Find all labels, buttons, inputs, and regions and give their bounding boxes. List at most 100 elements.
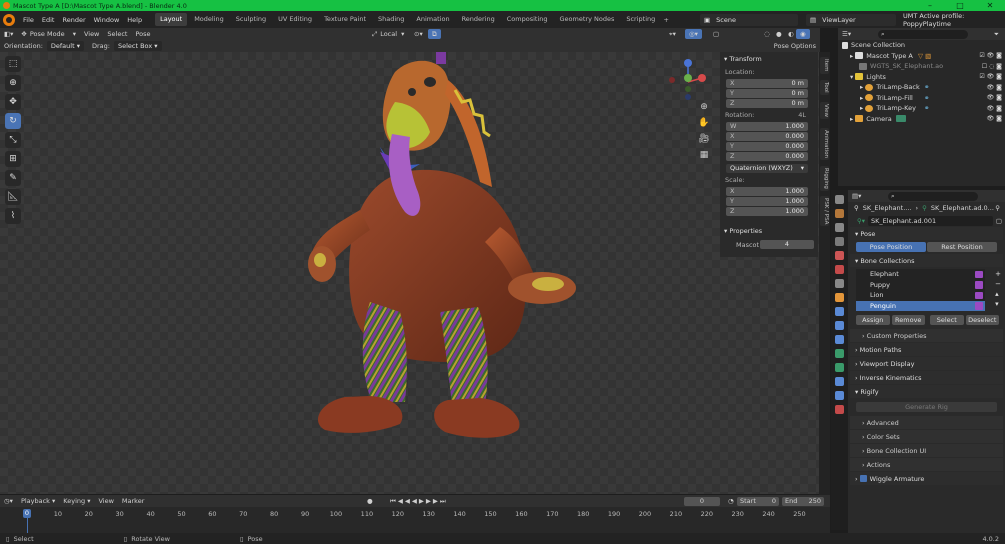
outliner-item[interactable]: ▸ Camera 👁︎ ◙: [838, 114, 1005, 125]
outliner-item[interactable]: ▸ TriLamp-Back ⚭ 👁︎ ◙: [838, 82, 1005, 93]
drag-dropdown[interactable]: Select Box ▾: [113, 41, 162, 51]
scale-z-field[interactable]: Z 1.000: [726, 207, 808, 216]
cursor-icon[interactable]: ⊕: [5, 75, 21, 91]
tab-view[interactable]: View: [820, 102, 829, 120]
rotation-y-field[interactable]: Y 0.000: [726, 142, 808, 151]
select-box-icon[interactable]: ⬚: [5, 56, 21, 72]
rest-position-button[interactable]: Rest Position: [927, 242, 997, 252]
move-up-icon[interactable]: ▴: [995, 289, 1001, 299]
overlay-icon[interactable]: ◎▾: [685, 29, 702, 39]
view-layer-tab-icon[interactable]: [835, 237, 844, 246]
location-y-field[interactable]: Y 0 m: [726, 89, 808, 98]
menu-window[interactable]: Window: [90, 16, 124, 24]
outliner-item[interactable]: ▸ TriLamp-Key ⚭ 👁︎ ◙: [838, 103, 1005, 114]
close-icon[interactable]: ✕: [975, 0, 1005, 11]
eye-icon[interactable]: [975, 291, 983, 299]
properties-editor-icon[interactable]: ▤▾: [852, 192, 861, 200]
menu-keying[interactable]: Keying ▾: [59, 496, 94, 506]
list-item[interactable]: Puppy: [856, 280, 985, 291]
bone-collection-ui-header[interactable]: › Bone Collection UI: [850, 444, 1003, 457]
physics-tab-icon[interactable]: [835, 321, 844, 330]
scale-y-field[interactable]: Y 1.000: [726, 197, 808, 206]
checkbox-icon[interactable]: [859, 475, 867, 482]
motion-paths-header[interactable]: › Motion Paths: [850, 343, 1003, 356]
editor-type-icon[interactable]: ◧▾: [0, 29, 17, 39]
tab-modeling[interactable]: Modeling: [189, 13, 229, 26]
scene-selector[interactable]: ▣ Scene: [700, 13, 798, 26]
playhead-marker[interactable]: 0: [23, 509, 31, 518]
start-frame-field[interactable]: Start 0: [737, 496, 779, 506]
constraints-tab-icon[interactable]: [835, 335, 844, 344]
color-sets-header[interactable]: › Color Sets: [850, 430, 1003, 443]
minimize-icon[interactable]: –: [915, 0, 945, 11]
transform-orientation-dropdown[interactable]: ⤢ Local ▾: [368, 29, 408, 39]
shading-rendered-icon[interactable]: ◉: [796, 29, 810, 39]
relax-icon[interactable]: ⌇: [5, 208, 21, 224]
armature-name-field[interactable]: SK_Elephant.ad.001: [868, 215, 993, 226]
tool-tab-icon[interactable]: [835, 195, 844, 204]
properties-header[interactable]: ▾ Properties: [720, 224, 818, 238]
timeline-editor-icon[interactable]: ◷▾: [0, 496, 17, 506]
texture-tab-icon[interactable]: [835, 391, 844, 400]
xray-icon[interactable]: ▢: [709, 29, 723, 39]
tab-psk-psa[interactable]: PSK / PSA: [820, 196, 829, 227]
scale-icon[interactable]: ⤡: [5, 132, 21, 148]
eye-icon[interactable]: [975, 270, 983, 278]
tab-animation-side[interactable]: Animation: [820, 128, 829, 161]
tab-texture-paint[interactable]: Texture Paint: [319, 13, 371, 26]
record-icon[interactable]: ●: [367, 497, 373, 505]
tab-tool[interactable]: Tool: [820, 80, 829, 95]
render-tab-icon[interactable]: [835, 209, 844, 218]
visibility-icons[interactable]: 👁︎ ◙: [987, 115, 1002, 122]
wiggle-armature-header[interactable]: › Wiggle Armature: [850, 472, 1003, 485]
playback-controls[interactable]: ⏮◀◀◀▶▶▶⏭: [390, 497, 448, 506]
rotate-icon[interactable]: ↻: [5, 113, 21, 129]
maximize-icon[interactable]: □: [945, 0, 975, 11]
visibility-icons[interactable]: ☐ ◌ ◙: [982, 63, 1002, 70]
outliner-editor-icon[interactable]: ☰▾: [842, 30, 851, 38]
deselect-button[interactable]: Deselect: [965, 315, 999, 325]
mode-selector[interactable]: ✥ Pose Mode ▾: [17, 29, 80, 39]
remove-button[interactable]: Remove: [891, 315, 925, 325]
properties-search-input[interactable]: ⌕: [888, 191, 978, 201]
gizmo-toggle-icon[interactable]: ⌖▾: [665, 29, 680, 39]
remove-icon[interactable]: −: [995, 279, 1001, 289]
custom-properties-header[interactable]: › Custom Properties: [850, 329, 1003, 342]
bone-collections-list[interactable]: Elephant Puppy Lion Penguin: [856, 269, 985, 311]
annotate-icon[interactable]: ✎: [5, 170, 21, 186]
tab-geometry-nodes[interactable]: Geometry Nodes: [555, 13, 620, 26]
end-frame-field[interactable]: End 250: [782, 496, 824, 506]
assign-button[interactable]: Assign: [856, 315, 890, 325]
menu-view[interactable]: View: [80, 29, 103, 39]
move-icon[interactable]: ✥: [5, 94, 21, 110]
tab-compositing[interactable]: Compositing: [502, 13, 553, 26]
outliner-item[interactable]: WGTS_SK_Elephant.ao ☐ ◌ ◙: [838, 61, 1005, 72]
pan-hand-icon[interactable]: ✋: [697, 116, 711, 130]
menu-pose[interactable]: Pose: [131, 29, 154, 39]
world-tab-icon[interactable]: [835, 265, 844, 274]
transform-header[interactable]: ▾ Transform: [720, 52, 818, 66]
rotation-lock-label[interactable]: 4L: [798, 111, 806, 119]
tab-animation[interactable]: Animation: [411, 13, 454, 26]
scene-tab-icon[interactable]: [835, 251, 844, 260]
camera-view-icon[interactable]: 🎥︎: [697, 132, 711, 146]
add-workspace-icon[interactable]: +: [661, 16, 671, 24]
outliner-item[interactable]: ▸ Mascot Type A ▽ ▧ ☑ 👁︎ ◙: [838, 51, 1005, 62]
list-item[interactable]: Elephant: [856, 269, 985, 280]
measure-icon[interactable]: 📐︎: [5, 189, 21, 205]
scale-x-field[interactable]: X 1.000: [726, 187, 808, 196]
list-item-selected[interactable]: Penguin: [856, 300, 985, 311]
rotation-w-field[interactable]: W 1.000: [726, 122, 808, 131]
blender-menu-icon[interactable]: [3, 13, 15, 26]
generate-rig-button[interactable]: Generate Rig: [856, 402, 997, 412]
rotation-z-field[interactable]: Z 0.000: [726, 152, 808, 161]
tab-shading[interactable]: Shading: [373, 13, 409, 26]
pin-icon[interactable]: ⚲: [995, 204, 1000, 212]
tab-sculpting[interactable]: Sculpting: [231, 13, 271, 26]
tab-item[interactable]: Item: [820, 57, 829, 74]
tab-rendering[interactable]: Rendering: [457, 13, 500, 26]
visibility-icons[interactable]: ☑ 👁︎ ◙: [979, 52, 1002, 59]
menu-edit[interactable]: Edit: [38, 16, 59, 24]
inverse-kinematics-header[interactable]: › Inverse Kinematics: [850, 371, 1003, 384]
viewlayer-selector[interactable]: ▤ ViewLayer: [806, 13, 896, 26]
